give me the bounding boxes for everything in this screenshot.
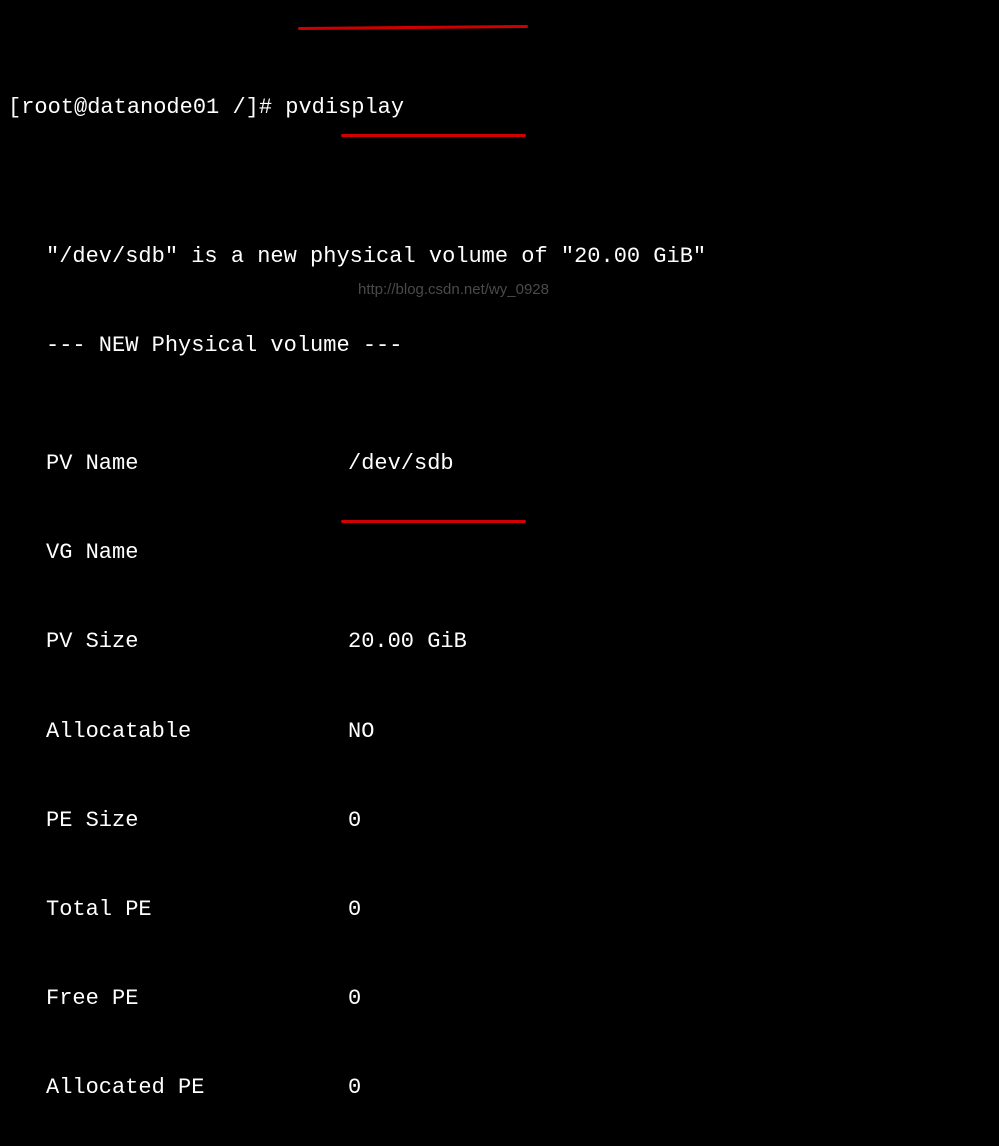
prompt-user: root bbox=[21, 95, 74, 120]
pv-field-label: Free PE bbox=[8, 984, 348, 1014]
pv-field-value: NO bbox=[348, 717, 991, 747]
prompt-line[interactable]: [root@datanode01 /]# pvdisplay bbox=[8, 93, 991, 123]
pv-field-label: Allocated PE bbox=[8, 1073, 348, 1103]
pv-field-value bbox=[348, 538, 991, 568]
pv-field-value: /dev/sdb bbox=[348, 449, 991, 479]
prompt-path: / bbox=[232, 95, 245, 120]
pv-field-value: 0 bbox=[348, 806, 991, 836]
pv-field-label: Total PE bbox=[8, 895, 348, 925]
pv-field-value: 0 bbox=[348, 984, 991, 1014]
pv-field-row: AllocatableNO bbox=[8, 717, 991, 747]
pv-field-value: 0 bbox=[348, 895, 991, 925]
prompt-host: datanode01 bbox=[87, 95, 219, 120]
pv-field-label: PV Size bbox=[8, 627, 348, 657]
pv-field-label: Allocatable bbox=[8, 717, 348, 747]
prompt-symbol: # bbox=[259, 95, 272, 120]
terminal-output: [root@datanode01 /]# pvdisplay "/dev/sdb… bbox=[8, 4, 991, 1146]
pv-field-label: PE Size bbox=[8, 806, 348, 836]
annotation-underline-sdb bbox=[341, 134, 526, 137]
pv-field-row: PV Size20.00 GiB bbox=[8, 627, 991, 657]
pv-field-value: 20.00 GiB bbox=[348, 627, 991, 657]
pv-field-label: VG Name bbox=[8, 538, 348, 568]
pv-field-row: Total PE0 bbox=[8, 895, 991, 925]
pv-field-row: VG Name bbox=[8, 538, 991, 568]
annotation-underline-sdc bbox=[341, 520, 526, 523]
pv-field-label: PV Name bbox=[8, 449, 348, 479]
command-text: pvdisplay bbox=[285, 95, 404, 120]
pv-field-row: Free PE0 bbox=[8, 984, 991, 1014]
pv-header-line: --- NEW Physical volume --- bbox=[8, 331, 991, 361]
pv-field-value: 0 bbox=[348, 1073, 991, 1103]
pv-field-row: PV Name/dev/sdb bbox=[8, 449, 991, 479]
pv-intro-line: "/dev/sdb" is a new physical volume of "… bbox=[8, 242, 991, 272]
pv-field-row: PE Size0 bbox=[8, 806, 991, 836]
watermark-text: http://blog.csdn.net/wy_0928 bbox=[358, 280, 549, 300]
pv-field-row: Allocated PE0 bbox=[8, 1073, 991, 1103]
